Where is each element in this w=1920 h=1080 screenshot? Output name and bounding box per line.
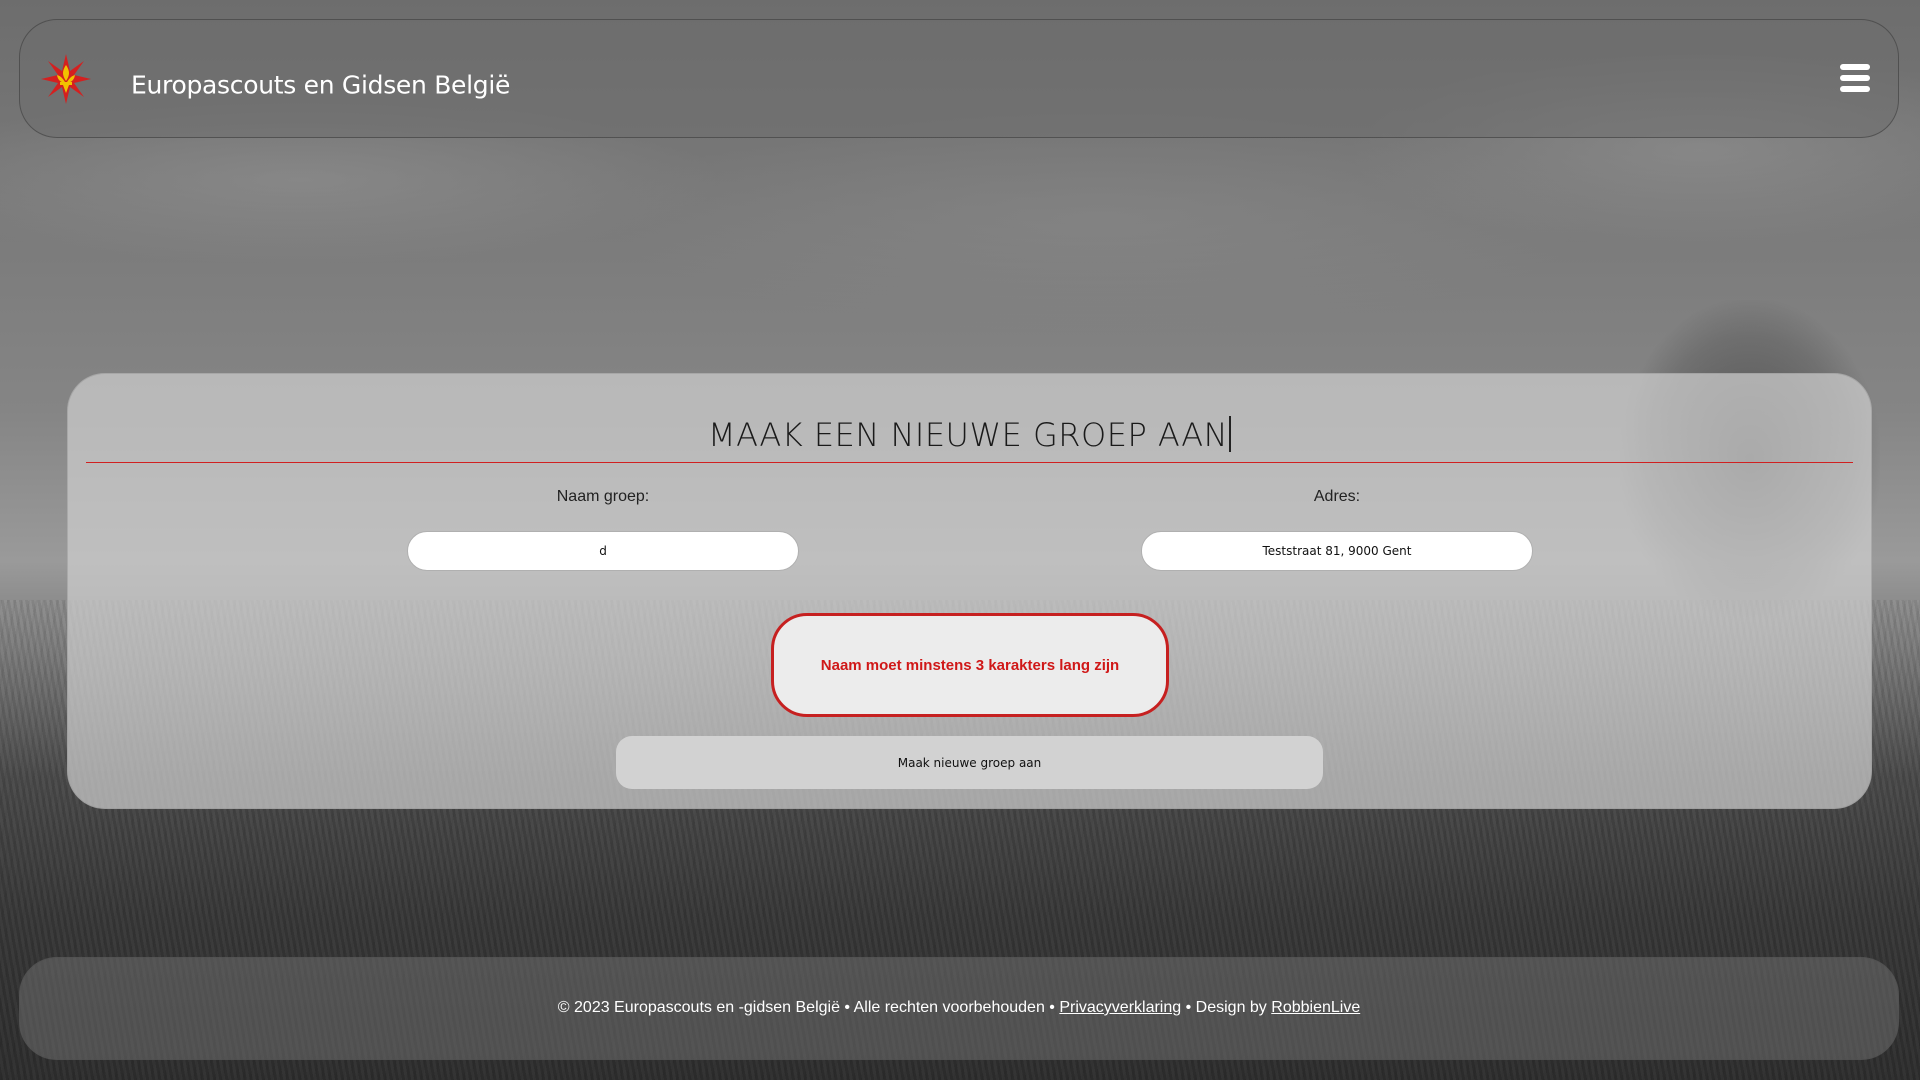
create-group-card: MAAK EEN NIEUWE GROEP AAN Naam groep: Ad… (67, 373, 1872, 809)
error-message: Naam moet minstens 3 karakters lang zijn (771, 613, 1169, 717)
site-title[interactable]: Europascouts en Gidsen België (131, 71, 510, 100)
site-footer: © 2023 Europascouts en -gidsen België • … (19, 957, 1899, 1060)
text-caret (1229, 416, 1232, 452)
page-title: MAAK EEN NIEUWE GROEP AAN (68, 416, 1871, 454)
create-group-button[interactable]: Maak nieuwe groep aan (616, 736, 1323, 789)
design-credit-text: • Design by (1185, 999, 1267, 1016)
title-divider (86, 462, 1853, 463)
footer-text: © 2023 Europascouts en -gidsen België • … (20, 999, 1898, 1017)
address-input[interactable] (1141, 531, 1533, 571)
page-title-text: MAAK EEN NIEUWE GROEP AAN (707, 416, 1229, 454)
group-name-input[interactable] (407, 531, 799, 571)
hamburger-bar (1840, 86, 1870, 92)
hamburger-bar (1840, 64, 1870, 70)
hamburger-bar (1840, 75, 1870, 81)
group-name-label: Naam groep: (556, 488, 650, 505)
site-header: Europascouts en Gidsen België (19, 19, 1899, 138)
privacy-link[interactable]: Privacyverklaring (1059, 999, 1181, 1016)
hamburger-menu-icon[interactable] (1840, 64, 1870, 94)
designer-link[interactable]: RobbienLive (1271, 999, 1360, 1016)
address-label: Adres: (1313, 488, 1361, 505)
scout-logo-icon[interactable] (40, 53, 92, 105)
copyright-text: © 2023 Europascouts en -gidsen België • … (557, 999, 1055, 1016)
